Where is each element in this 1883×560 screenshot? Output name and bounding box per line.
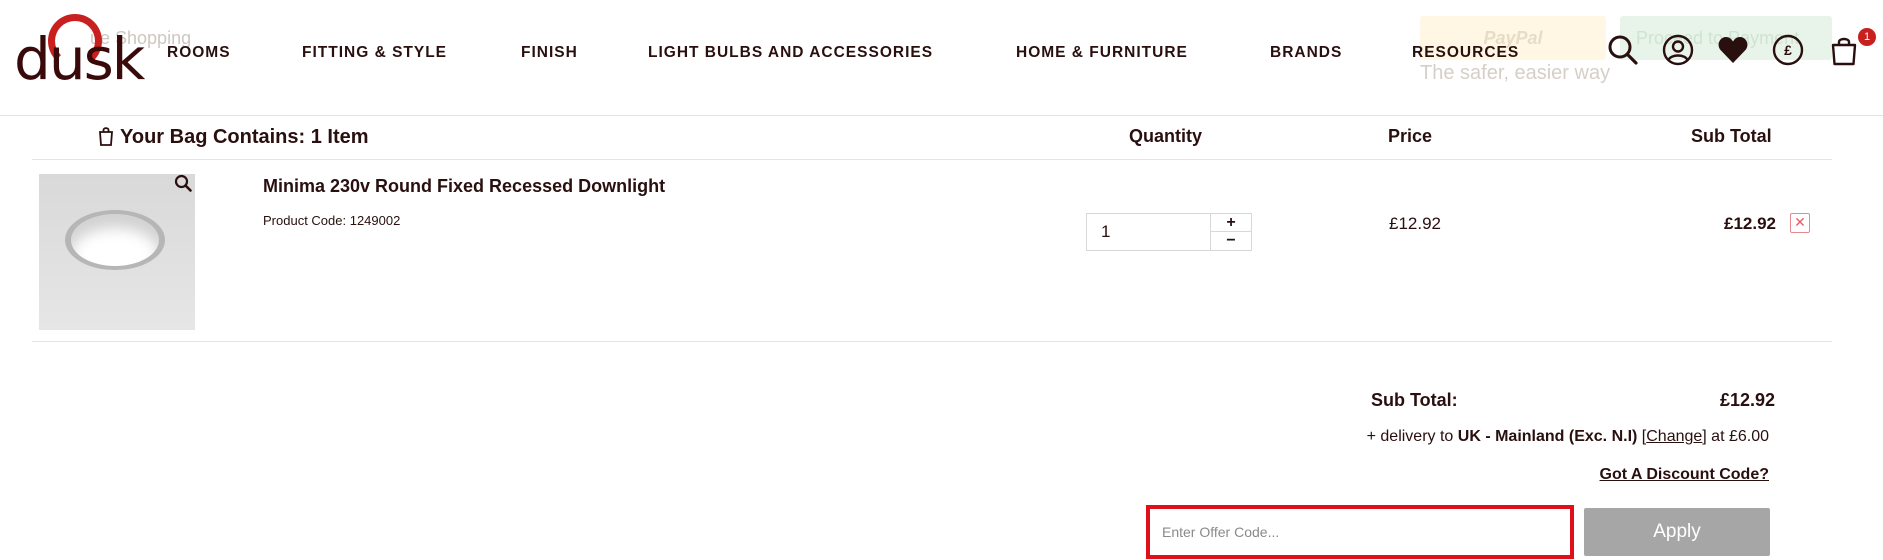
delivery-change-link[interactable]: Change xyxy=(1646,428,1702,445)
delivery-info: + delivery to UK - Mainland (Exc. N.I) [… xyxy=(1367,428,1769,446)
zoom-icon[interactable] xyxy=(174,174,192,192)
site-header: dusk ROOMS FITTING & STYLE FINISH LIGHT … xyxy=(0,0,1883,116)
quantity-increase-button[interactable]: + xyxy=(1211,214,1251,232)
column-quantity: Quantity xyxy=(1129,126,1203,146)
item-price: £12.92 xyxy=(1389,214,1441,233)
nav-finish[interactable]: FINISH xyxy=(521,44,578,62)
remove-item-button[interactable]: ✕ xyxy=(1790,213,1810,233)
quantity-input[interactable] xyxy=(1087,214,1211,250)
offer-code-highlight xyxy=(1146,505,1574,559)
account-icon[interactable] xyxy=(1662,34,1694,66)
delivery-prefix: + delivery to xyxy=(1366,428,1458,445)
cart-count-badge: 1 xyxy=(1858,28,1876,46)
offer-code-input[interactable] xyxy=(1150,509,1570,555)
nav-resources[interactable]: RESOURCES xyxy=(1412,44,1519,62)
currency-symbol: £ xyxy=(1784,42,1792,58)
delivery-region: UK - Mainland (Exc. N.I) xyxy=(1457,428,1638,445)
search-icon[interactable] xyxy=(1607,34,1639,66)
nav-light-bulbs[interactable]: LIGHT BULBS AND ACCESSORIES xyxy=(648,44,933,62)
bag-item-row: Minima 230v Round Fixed Recessed Downlig… xyxy=(32,160,1832,342)
bag-icon xyxy=(98,126,114,146)
nav-rooms[interactable]: ROOMS xyxy=(167,44,231,62)
item-subtotal: £12.92 xyxy=(1724,214,1776,233)
apply-button[interactable]: Apply xyxy=(1584,508,1770,556)
dusk-logo[interactable]: dusk xyxy=(14,12,145,92)
shopping-bag-icon[interactable] xyxy=(1828,34,1860,66)
quantity-decrease-button[interactable]: − xyxy=(1211,232,1251,250)
quantity-stepper: + − xyxy=(1086,213,1252,251)
discount-code-link[interactable]: Got A Discount Code? xyxy=(1600,466,1769,484)
product-code: Product Code: 1249002 xyxy=(263,213,401,228)
column-price: Price xyxy=(1388,126,1433,146)
product-image[interactable] xyxy=(39,174,195,330)
currency-pound-icon[interactable]: £ xyxy=(1772,34,1804,66)
nav-fitting-style[interactable]: FITTING & STYLE xyxy=(302,44,447,62)
wishlist-heart-icon[interactable] xyxy=(1717,34,1749,66)
nav-brands[interactable]: BRANDS xyxy=(1270,44,1342,62)
column-subtotal: Sub Total xyxy=(1691,126,1772,146)
logo-text: dusk xyxy=(14,25,145,93)
delivery-cost: ] at £6.00 xyxy=(1702,428,1769,445)
bag-header: Your Bag Contains: 1 Item Quantity Price… xyxy=(32,116,1832,160)
delivery-open-bracket: [ xyxy=(1637,428,1647,445)
subtotal-label: Sub Total: xyxy=(1371,390,1458,410)
nav-home-furniture[interactable]: HOME & FURNITURE xyxy=(1016,44,1188,62)
product-name[interactable]: Minima 230v Round Fixed Recessed Downlig… xyxy=(263,176,665,197)
bag-title: Your Bag Contains: 1 Item xyxy=(120,126,369,148)
subtotal-value: £12.92 xyxy=(1720,390,1776,410)
